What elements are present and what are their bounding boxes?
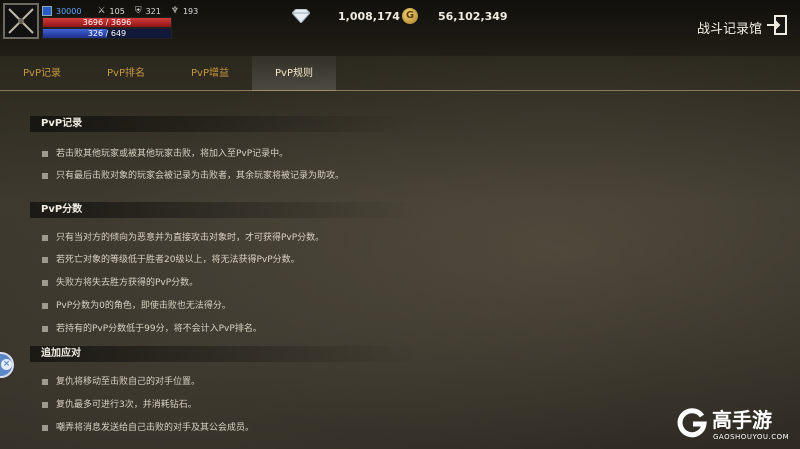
hp-text: 3696 / 3696 [82, 18, 132, 27]
rule-item: PvP分数为0的角色，即使击败也无法得分。 [42, 299, 231, 313]
bullet-icon [42, 235, 48, 241]
diamond-icon [292, 9, 310, 23]
rule-item: 若击败其他玩家或被其他玩家击败，将加入至PvP记录中。 [42, 147, 288, 161]
attack-icon: ⚔ [97, 6, 106, 16]
gold-coin-icon: G [402, 8, 418, 24]
flask-icon: ♆ [170, 6, 179, 16]
rule-text: PvP分数为0的角色，即使击败也无法得分。 [56, 301, 231, 311]
character-avatar[interactable] [3, 3, 39, 39]
level-icon [42, 6, 52, 16]
top-hud: 30000 ⚔ 105 ⛨ 321 ♆ 193 3696 / 3696 326 … [0, 0, 800, 56]
rule-text: 若持有的PvP分数低于99分，将不会计入PvP排名。 [56, 324, 262, 334]
tab-pvp-record[interactable]: PvP记录 [0, 56, 84, 91]
watermark-name: 高手游 [712, 408, 772, 432]
rule-text: 只有当对方的倾向为恶意并为直接攻击对象时，才可获得PvP分数。 [56, 233, 325, 243]
close-icon: × [1, 359, 12, 370]
bullet-icon [42, 173, 48, 179]
diamond-currency: 1,008,174 [292, 8, 400, 24]
tab-bar: PvP记录 PvP排名 PvP增益 PvP规则 [0, 56, 800, 91]
mp-bar: 326 / 649 [42, 28, 172, 39]
bullet-icon [42, 257, 48, 263]
rule-text: 嘲弄将消息发送给自己击败的对手及其公会成员。 [56, 423, 255, 433]
crossed-weapons-icon [8, 8, 34, 34]
tab-pvp-ranking[interactable]: PvP排名 [84, 56, 168, 91]
rule-item: 若死亡对象的等级低于胜者20级以上，将无法获得PvP分数。 [42, 253, 300, 267]
gold-amount: 56,102,349 [438, 9, 508, 23]
rule-text: 失败方将失去胜方获得的PvP分数。 [56, 278, 199, 288]
tab-pvp-rules[interactable]: PvP规则 [252, 56, 336, 91]
watermark-domain: GAOSHOUYOU.COM [713, 433, 790, 441]
watermark: 高手游 GAOSHOUYOU.COM [672, 402, 796, 446]
watermark-logo [677, 408, 707, 438]
bullet-icon [42, 402, 48, 408]
gold-currency: G 56,102,349 [402, 8, 508, 24]
attack-value: 105 [109, 6, 125, 16]
rule-item: 复仇最多可进行3次，并消耗钻石。 [42, 398, 197, 412]
rule-item: 嘲弄将消息发送给自己击败的对手及其公会成员。 [42, 421, 254, 435]
rule-item: 失败方将失去胜方获得的PvP分数。 [42, 276, 198, 290]
mp-text: 326 / 649 [87, 29, 127, 38]
bullet-icon [42, 425, 48, 431]
rule-item: 只有当对方的倾向为恶意并为直接攻击对象时，才可获得PvP分数。 [42, 231, 324, 245]
bullet-icon [42, 379, 48, 385]
level-value: 30000 [56, 6, 82, 16]
shield-icon: ⛨ [134, 6, 142, 16]
bullet-icon [42, 303, 48, 309]
diamond-amount: 1,008,174 [338, 9, 400, 23]
section-heading: 追加应对 [30, 346, 420, 362]
bullet-icon [42, 151, 48, 157]
defense-value: 321 [145, 6, 161, 16]
power-value: 193 [182, 6, 199, 16]
section-heading: PvP记录 [30, 116, 420, 132]
rule-text: 若死亡对象的等级低于胜者20级以上，将无法获得PvP分数。 [56, 255, 300, 265]
tab-pvp-buff[interactable]: PvP增益 [168, 56, 252, 91]
window-title: 战斗记录馆 [696, 22, 762, 37]
rule-item: 复仇将移动至击败自己的对手位置。 [42, 375, 200, 389]
bullet-icon [42, 326, 48, 332]
exit-icon[interactable] [766, 14, 788, 36]
hp-bar: 3696 / 3696 [42, 17, 172, 28]
stats-row: 30000 ⚔ 105 ⛨ 321 ♆ 193 [42, 5, 204, 17]
rule-text: 复仇最多可进行3次，并消耗钻石。 [56, 400, 197, 410]
rule-item: 若持有的PvP分数低于99分，将不会计入PvP排名。 [42, 322, 262, 336]
section-heading: PvP分数 [30, 202, 420, 218]
bullet-icon [42, 280, 48, 286]
rule-text: 复仇将移动至击败自己的对手位置。 [56, 377, 201, 387]
rule-text: 只有最后击败对象的玩家会被记录为击败者，其余玩家将被记录为助攻。 [56, 171, 345, 181]
rule-text: 若击败其他玩家或被其他玩家击败，将加入至PvP记录中。 [56, 149, 289, 159]
rule-item: 只有最后击败对象的玩家会被记录为击败者，其余玩家将被记录为助攻。 [42, 169, 344, 183]
